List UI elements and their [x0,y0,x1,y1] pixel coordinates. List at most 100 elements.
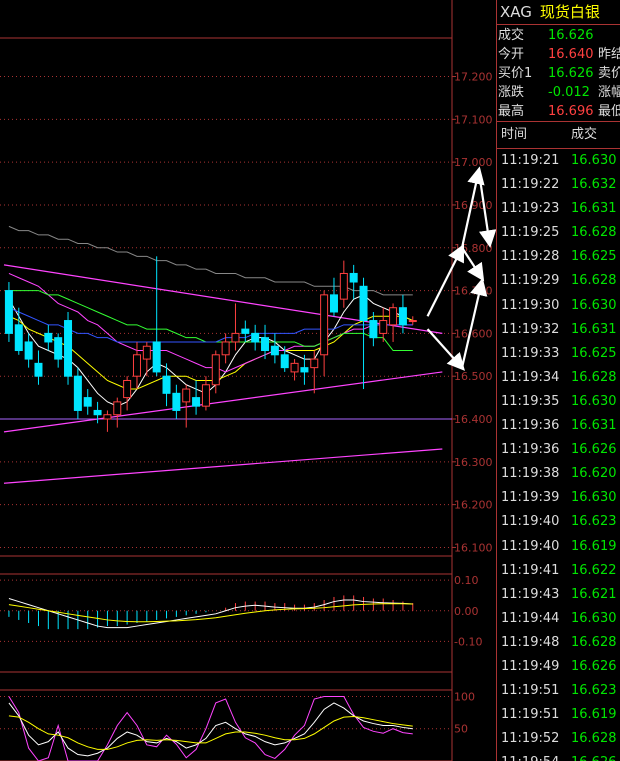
candle-body [132,354,141,377]
candle-body [4,290,13,334]
instrument-symbol: XAG [500,3,532,21]
tick-row: 11:19:30 16.630 [497,294,620,318]
price-tick-label: 16.500 [454,370,493,383]
candle-body [261,337,270,352]
quote-row: 买价1 16.626 卖价 [497,64,620,83]
tick-time: 11:19:51 [501,707,560,723]
tick-time: 11:19:52 [501,731,560,747]
quote-label: 最高 [498,104,525,119]
tick-row: 11:19:35 16.630 [497,390,620,414]
candle-body [201,384,210,407]
quote-row: 成交 16.626 [497,26,620,45]
tick-price: 16.621 [571,586,617,602]
candle-body [83,397,92,407]
quote-value: 16.626 [548,28,594,43]
price-tick-label: 16.700 [454,285,493,298]
tick-row: 11:19:48 16.628 [497,631,620,655]
tick-time: 11:19:25 [501,225,560,241]
candle-body [251,332,260,343]
candle-body [123,379,132,399]
tick-price: 16.630 [571,297,617,313]
candle-body [379,320,388,334]
candle-body [44,332,53,343]
price-tick-label: 16.100 [454,541,493,554]
tick-row: 11:19:29 16.628 [497,269,620,293]
candle-body [64,320,73,377]
tick-row: 11:19:22 16.632 [497,173,620,197]
tick-time: 11:19:44 [501,610,560,626]
tick-row: 11:19:36 16.631 [497,414,620,438]
tick-price: 16.623 [571,683,617,699]
tick-row: 11:19:51 16.623 [497,679,620,703]
candle-body [192,397,201,407]
candle-body [14,324,23,352]
trend-line [3,371,443,433]
tick-time: 11:19:40 [501,514,560,530]
candle-body [34,362,43,377]
candle-body [24,341,33,360]
candle-body [172,392,181,411]
candle-body [398,307,407,326]
trend-line [3,448,443,484]
tick-row: 11:19:23 16.631 [497,197,620,221]
tick-price: 16.628 [571,369,617,385]
tick-row: 11:19:32 16.631 [497,318,620,342]
instrument-header[interactable]: XAG 现货白银 [497,0,620,25]
macd-tick-label: 0.10 [454,574,479,587]
candle-body [339,272,348,300]
quote-extra-label: 卖价 [598,66,620,81]
quote-value: 16.626 [548,66,594,81]
tick-time: 11:19:39 [501,490,560,506]
tick-price: 16.630 [571,393,617,409]
candle-body [290,362,299,373]
candle-body [211,354,220,386]
candle-body [103,414,112,420]
quote-value: 16.696 [548,104,594,119]
instrument-name: 现货白银 [539,3,600,21]
macd-dif-line [8,598,413,629]
candle-body [270,345,279,356]
candle-body [389,307,398,326]
tick-row: 11:19:41 16.622 [497,559,620,583]
candle-body [152,341,161,373]
tick-price: 16.631 [571,201,617,217]
macd-tick-label: 0.00 [454,605,479,618]
quote-label: 成交 [498,28,525,43]
tick-price: 16.626 [571,751,617,761]
tick-time: 11:19:43 [501,586,560,602]
tick-time: 11:19:33 [501,345,560,361]
tick-price: 16.623 [571,514,617,530]
candle-body [93,409,102,416]
tick-row: 11:19:40 16.619 [497,535,620,559]
candle-body [359,285,368,322]
tick-price: 16.628 [571,273,617,289]
candle-body [182,388,191,403]
tick-list[interactable]: 11:19:21 16.630 11:19:22 16.632 11:19:23 16.6… [497,149,620,761]
tick-price: 16.619 [571,538,617,554]
chart-area[interactable]: 17.200 17.100 17.000 16.900 16.800 16.700 16.6… [0,0,496,761]
quote-label: 涨跌 [498,85,525,100]
tick-time: 11:19:32 [501,321,560,337]
quote-extra-label: 最低 [598,104,620,119]
candle-body [408,320,417,323]
price-chart[interactable]: 17.20017.10017.00016.90016.80016.70016.6… [0,0,496,761]
quote-block: 成交 16.626 今开 16.640 昨结买价1 16.626 卖价涨跌 -0.012 涨幅最… [497,25,620,122]
tick-row: 11:19:39 16.630 [497,486,620,510]
quote-row: 最高 16.696 最低 [497,102,620,121]
candle-body [113,401,122,416]
moving-average-line [8,225,413,296]
candle-body [349,272,358,283]
price-tick-label: 16.300 [454,456,493,469]
tick-row: 11:19:28 16.625 [497,245,620,269]
tick-price: 16.622 [571,562,617,578]
tick-row: 11:19:25 16.628 [497,221,620,245]
candle-body [241,328,250,334]
candle-body [310,358,319,369]
tick-price: 16.628 [571,225,617,241]
tick-row: 11:19:5416.626 [497,751,620,761]
tick-price: 16.619 [571,707,617,723]
tick-time: 11:19:34 [501,369,560,385]
tick-time: 11:19:29 [501,273,560,289]
tick-time: 11:19:30 [501,297,560,313]
price-tick-label: 17.100 [454,113,493,126]
